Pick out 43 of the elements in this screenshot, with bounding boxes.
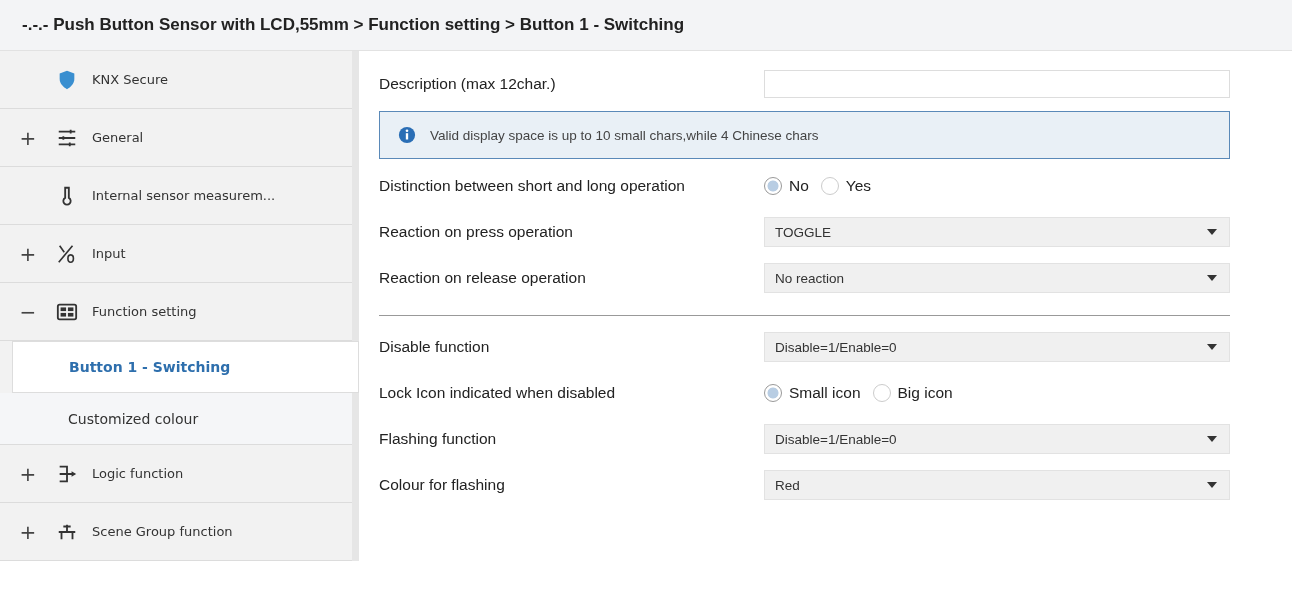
dropdown[interactable]: Red [764,470,1230,500]
sidebar-item[interactable]: + General [0,109,352,167]
radio-button[interactable] [764,384,782,402]
parameter-label: Reaction on press operation [379,223,574,241]
radio-label[interactable]: No [789,177,809,195]
dropdown[interactable]: TOGGLE [764,217,1230,247]
sidebar-item[interactable]: + Input [0,225,352,283]
parameter-label: Reaction on release operation [379,269,587,287]
dropdown[interactable]: No reaction [764,263,1230,293]
parameter-label: Distinction between short and long operation [379,177,686,195]
caret-icon [1207,482,1217,488]
radio-label[interactable]: Small icon [789,384,861,402]
dropdown[interactable]: Disable=1/Enable=0 [764,424,1230,454]
sidebar-item[interactable]: Button 1 - Switching [12,341,359,393]
caret-icon [1207,275,1217,281]
parameter-label: Description (max 12char.) [379,75,557,93]
sidebar-item[interactable]: KNX Secure [0,51,352,109]
sidebar-item[interactable]: + Logic function [0,445,352,503]
expander-toggle[interactable]: + [19,461,37,486]
parameter-label: Colour for flashing [379,476,506,494]
info-icon [398,126,416,144]
description-input[interactable] [764,70,1230,98]
expander-toggle[interactable]: + [19,125,37,150]
sidebar-item[interactable]: Internal sensor measurem... [0,167,352,225]
dropdown[interactable]: Disable=1/Enable=0 [764,332,1230,362]
expander-toggle[interactable]: + [19,519,37,544]
info-text: Valid display space is up to 10 small chars,while 4 Chinese chars [430,127,819,143]
radio-label[interactable]: Big icon [897,384,953,402]
expander-toggle[interactable]: − [19,299,37,324]
radio-button[interactable] [764,177,782,195]
radio-button[interactable] [820,177,839,195]
expander-toggle[interactable]: + [19,241,37,266]
sidebar-item[interactable]: Customized colour [0,393,352,445]
caret-icon [1207,436,1217,442]
breadcrumb-title: -.-.- Push Button Sensor with LCD,55mm > Function setting > Button 1 - Switching [22,15,685,35]
caret-icon [1207,344,1217,350]
radio-label[interactable]: Yes [845,177,872,195]
sidebar-item[interactable]: + Scene Group function [0,503,352,561]
radio-button[interactable] [872,384,891,402]
parameter-label: Lock Icon indicated when disabled [379,384,617,402]
parameter-label: Disable function [379,338,491,356]
caret-icon [1207,229,1217,235]
parameter-label: Flashing function [379,430,498,448]
